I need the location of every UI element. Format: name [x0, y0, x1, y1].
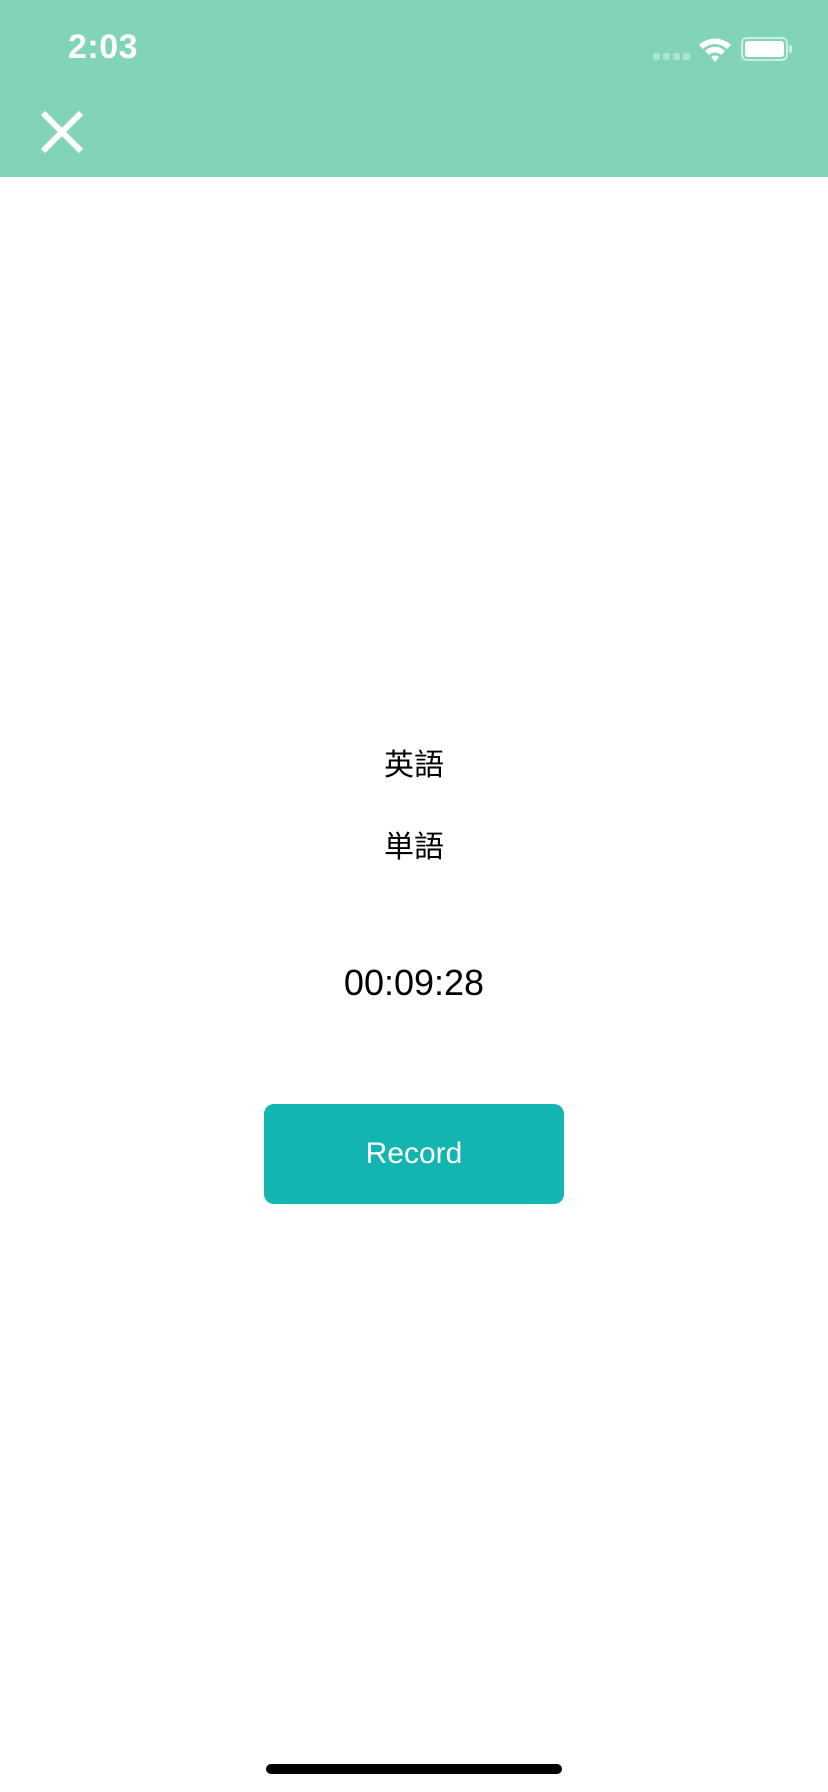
close-button[interactable]	[30, 100, 94, 164]
record-button-label: Record	[365, 1137, 463, 1170]
record-button[interactable]: Record	[264, 1104, 564, 1204]
home-indicator[interactable]	[266, 1764, 562, 1774]
category-label: 英語	[384, 748, 444, 783]
type-label: 単語	[384, 830, 444, 865]
cellular-signal-icon	[653, 53, 691, 61]
top-bar: 2:03	[0, 0, 828, 177]
battery-icon	[741, 37, 792, 61]
close-icon	[40, 110, 84, 154]
timer-display: 00:09:28	[343, 962, 485, 1003]
wifi-icon	[699, 38, 731, 62]
status-time: 2:03	[68, 28, 139, 66]
